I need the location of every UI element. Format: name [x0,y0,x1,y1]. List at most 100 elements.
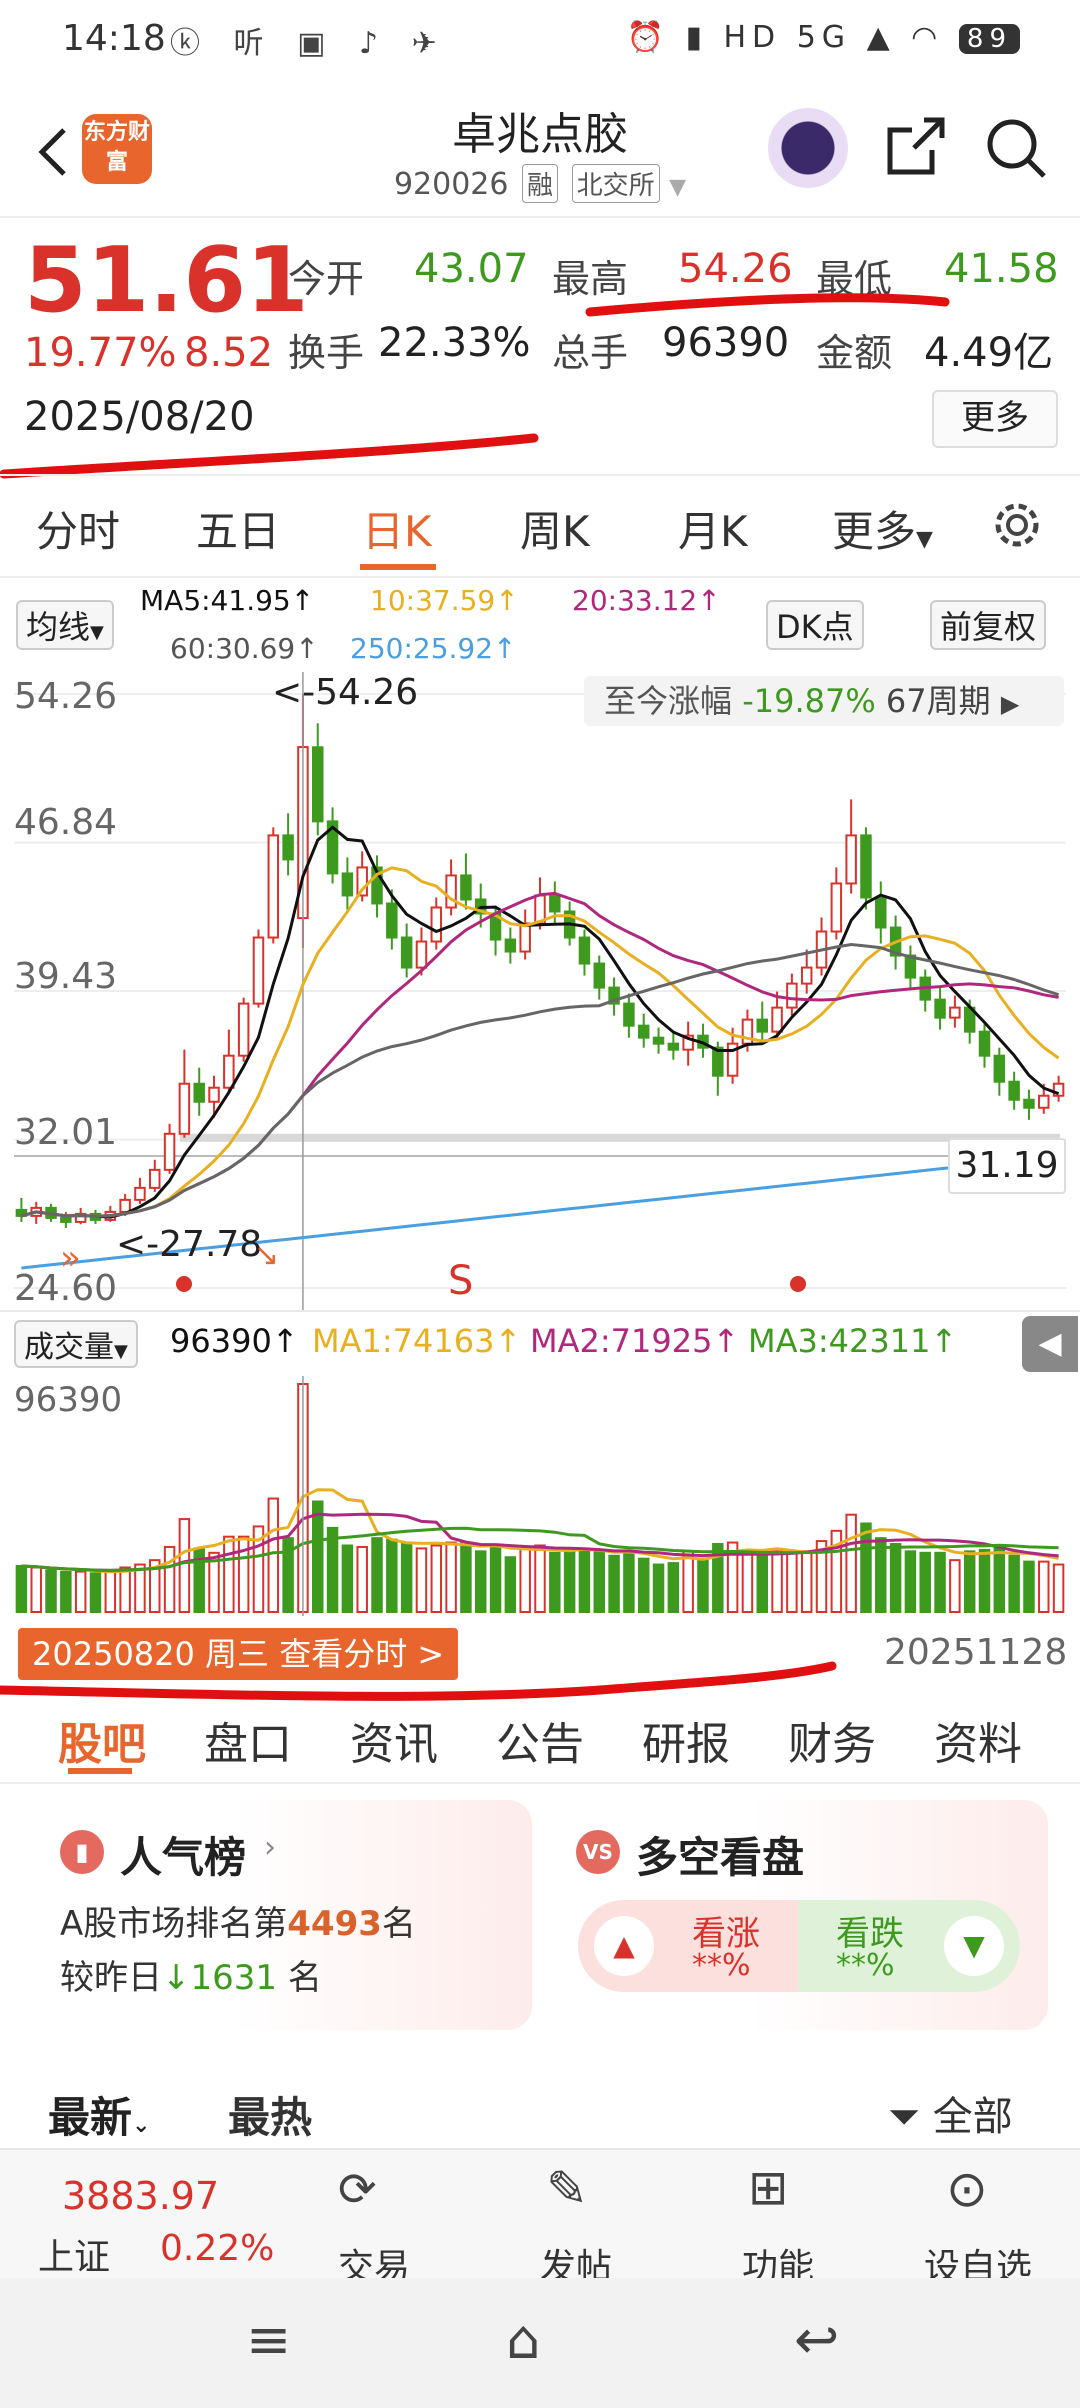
volume-bar [326,1526,339,1613]
ma10-line [21,866,1060,1218]
volume-bar [800,1550,813,1613]
volume-bar [934,1551,946,1614]
tab-guba[interactable]: 股吧 [58,1708,146,1772]
ma-caret-icon: ▼ [90,622,104,643]
vs-icon: VS [576,1830,620,1874]
tab-more[interactable]: 更多▼ [832,498,933,559]
since-change-box[interactable]: 至今涨幅 -19.87% 67周期 ▶ [584,676,1064,726]
tab-research[interactable]: 研报 [642,1708,730,1772]
volume-bar [993,1547,1006,1614]
candle [1023,1098,1035,1109]
tab-announcements[interactable]: 公告 [496,1708,584,1772]
gear-icon[interactable] [990,498,1044,552]
candle [1008,1080,1020,1101]
feed-latest-tab[interactable]: 最新⌄ [48,2084,150,2145]
volume-bar [608,1554,620,1613]
candle [119,1198,131,1213]
volume-bar [1008,1554,1020,1613]
dk-point-button[interactable]: DK点 [766,600,864,650]
popularity-title: 人气榜 [120,1833,247,1882]
volume-bar [74,1570,87,1613]
notification-icons: ⓚ 听 ▣ ♪ ✈ [170,26,449,61]
margin-tag: 融 [522,164,559,203]
volume-bar [415,1547,428,1614]
volume-bar [889,1543,902,1613]
support-band [180,1133,1060,1142]
volume-bar [134,1563,146,1613]
candle [771,1006,783,1033]
feed-hot-tab[interactable]: 最热 [228,2084,312,2145]
candle [504,938,517,953]
volume-bar [60,1570,72,1614]
volume-bar [771,1548,783,1613]
volume-bar [30,1566,42,1614]
low-marker: <-27.78 [116,1224,263,1265]
y-label-top: 54.26 [14,676,118,717]
volume-bar [119,1566,131,1614]
tab-intraday[interactable]: 分时 [36,498,120,559]
ma-selector[interactable]: 均线▼ [16,600,114,650]
stock-header: 东方财富 卓兆点胶 920026 融 北交所 ▼ [0,84,1080,218]
candle [282,834,294,861]
volume-bar [741,1551,754,1614]
candle [134,1186,146,1201]
index-change: 0.22% [160,2228,275,2269]
kline-chart[interactable]: 54.26 46.84 39.43 32.01 24.60 <-54.26 <-… [0,672,1080,1312]
bullish-button[interactable]: ▲ 看涨 **% [578,1900,798,1992]
candle [637,1024,650,1039]
tab-news[interactable]: 资讯 [350,1708,438,1772]
volume-bar [15,1565,28,1613]
volume-bar [341,1544,354,1613]
tab-five-day[interactable]: 五日 [196,498,280,559]
candle [519,922,531,953]
bearish-button[interactable]: 看跌 **% ▼ [798,1900,1020,1992]
volume-chart[interactable]: 96390 [0,1376,1080,1616]
volume-y-label: 96390 [14,1380,123,1420]
volume-bar [652,1563,665,1613]
tab-daily-k[interactable]: 日K [362,498,432,559]
home-icon[interactable]: ⌂ [506,2308,540,2371]
assistant-avatar-icon[interactable] [768,108,848,188]
chevron-right-icon: ▶ [1000,690,1020,718]
high-marker: <-54.26 [272,672,419,713]
adjust-button[interactable]: 前复权 [930,600,1047,650]
y-label-3: 39.43 [14,956,118,997]
section-tab-underline [68,1768,132,1774]
volume-bar [860,1522,872,1614]
system-icons: ⏰ ▮ HD 5G ▲ ◠ 89 [627,20,1020,55]
feed-filter-button[interactable]: ⏷ 全部 [888,2084,1013,2142]
candle [549,894,561,913]
volume-current: 96390↑ [170,1322,299,1360]
bearish-value: **% [836,1948,895,1983]
buy-signal-icon: » [60,1238,81,1278]
volume-bar [178,1518,191,1614]
period-tabs: 分时 五日 日K 周K 月K 更多▼ [0,474,1080,578]
chevron-right-icon: › [264,1830,276,1865]
chart-divider [0,1310,1080,1312]
tab-monthly-k[interactable]: 月K [678,498,748,559]
volume-selector[interactable]: 成交量▼ [14,1320,138,1368]
collapse-panel-button[interactable]: ◀ [1022,1316,1078,1372]
ma60-line [21,942,1060,1218]
tab-weekly-k[interactable]: 周K [520,498,590,559]
volume-bar [623,1550,635,1613]
more-caret-icon: ▼ [916,527,933,552]
feed-filter-label: 全部 [932,2094,1013,2140]
volume-bar [756,1553,768,1613]
volume-bar [223,1535,235,1613]
section-divider [0,1782,1080,1784]
back-icon[interactable]: ↩ [794,2308,839,2371]
candle [223,1054,235,1089]
search-icon[interactable] [982,114,1050,182]
signal-dot-1 [176,1276,192,1292]
popularity-card[interactable]: ▮ 人气榜 › A股市场排名第4493名 较昨日↓1631 名 [36,1800,532,2030]
candle [667,1042,680,1051]
tab-finance[interactable]: 财务 [788,1708,876,1772]
ma250-value: 250:25.92↑ [350,632,517,665]
share-icon[interactable] [884,114,948,178]
status-bar: 14:18 ⓚ 听 ▣ ♪ ✈ ⏰ ▮ HD 5G ▲ ◠ 89 [0,0,1080,84]
tab-profile[interactable]: 资料 [934,1708,1022,1772]
tab-orderbook[interactable]: 盘口 [204,1708,292,1772]
candle [993,1054,1006,1083]
menu-icon[interactable]: ≡ [246,2308,291,2371]
